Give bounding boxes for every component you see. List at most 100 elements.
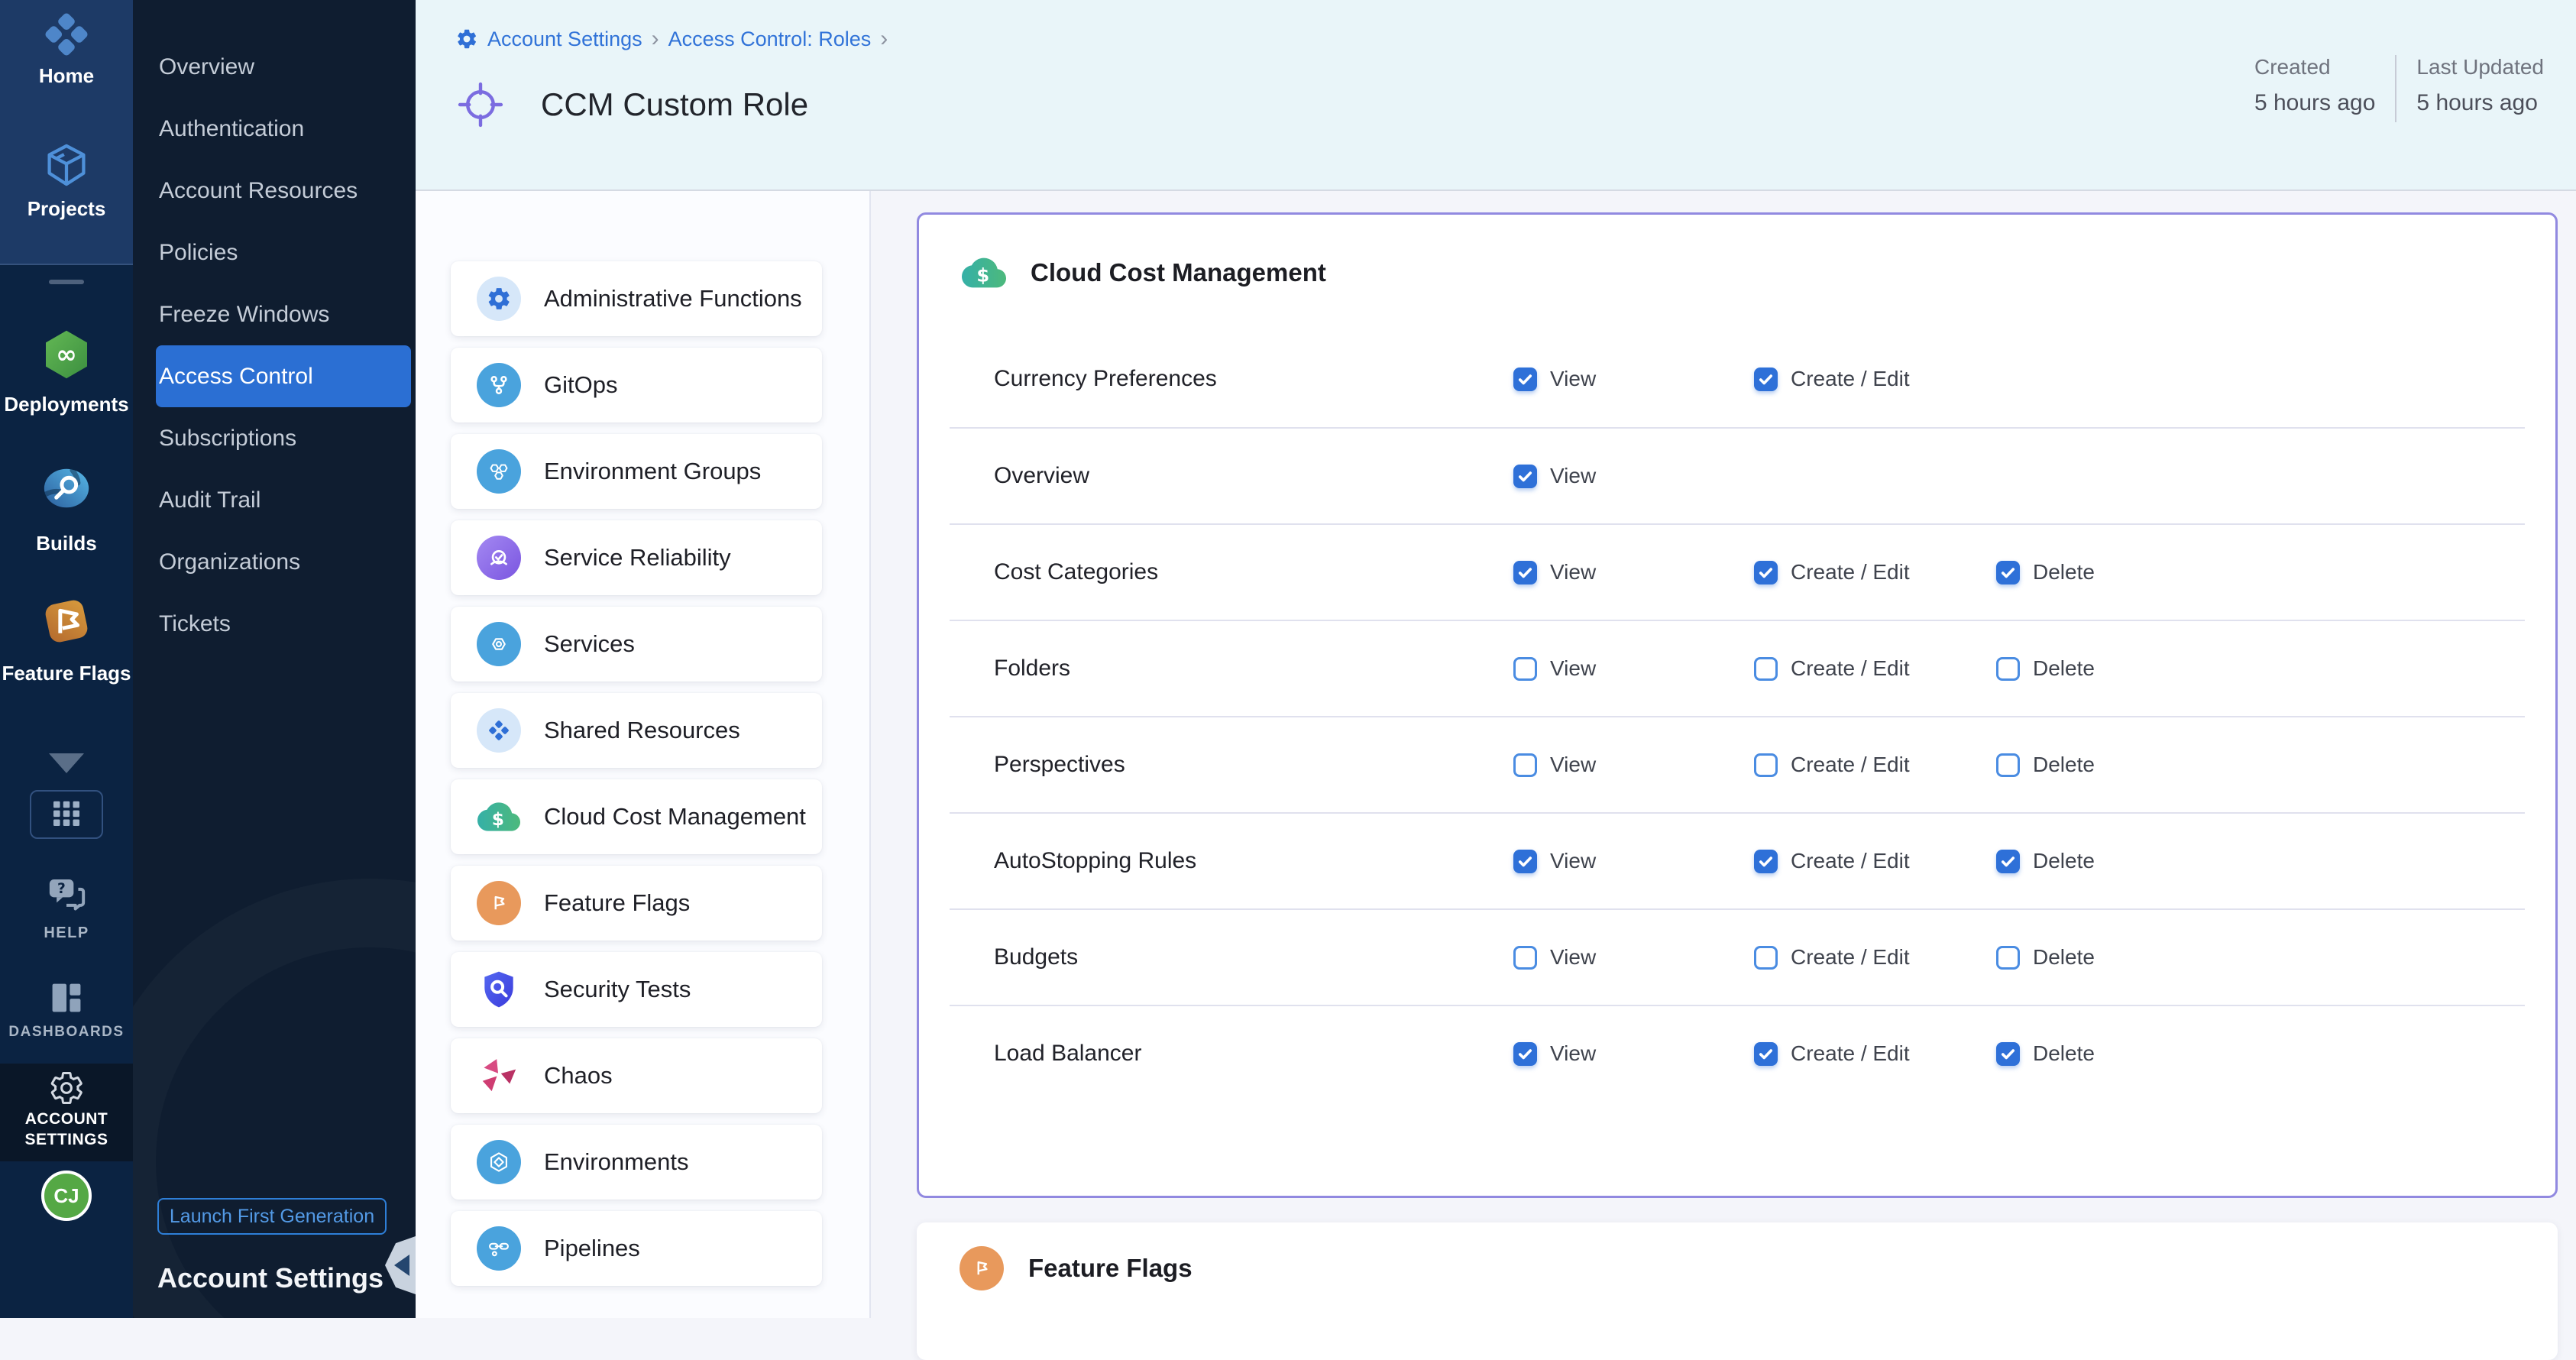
svg-text:$: $	[976, 265, 989, 287]
avatar[interactable]: CJ	[41, 1171, 92, 1221]
delete-checkbox[interactable]	[1996, 1042, 2020, 1066]
secondary-nav-title: Account Settings	[157, 1262, 383, 1294]
nav-item-overview[interactable]: Overview	[156, 36, 411, 98]
resource-item-feature-flags[interactable]: Feature Flags	[451, 866, 822, 941]
ccm-cloud-icon: $	[962, 251, 1006, 295]
create-checkbox[interactable]	[1754, 561, 1778, 584]
resource-item-chaos[interactable]: Chaos	[451, 1038, 822, 1113]
collapse-left-icon	[394, 1255, 409, 1276]
git-branch-icon	[477, 363, 521, 407]
nav-item-organizations[interactable]: Organizations	[156, 531, 411, 593]
delete-checkbox[interactable]	[1996, 753, 2020, 777]
nav-item-account-resources[interactable]: Account Resources	[156, 160, 411, 222]
permission-row-label: Budgets	[994, 944, 1078, 970]
resource-item-gitops[interactable]: GitOps	[451, 348, 822, 423]
nav-item-policies[interactable]: Policies	[156, 222, 411, 283]
resource-item-services[interactable]: Services	[451, 607, 822, 682]
nav-item-access-control[interactable]: Access Control	[156, 345, 411, 407]
resource-item-shared-resources[interactable]: Shared Resources	[451, 693, 822, 768]
chevron-down-icon[interactable]	[49, 753, 84, 773]
sidebar-label-account-settings: ACCOUNT SETTINGS	[0, 1109, 133, 1150]
module-selector-button[interactable]	[30, 790, 103, 839]
created-value: 5 hours ago	[2254, 90, 2375, 116]
nav-item-tickets[interactable]: Tickets	[156, 593, 411, 655]
sidebar-item-feature-flags[interactable]	[0, 594, 133, 652]
sidebar-item-home[interactable]	[0, 9, 133, 63]
sidebar-label-dashboards: DASHBOARDS	[0, 1024, 133, 1041]
delete-permission: Delete	[1996, 560, 2095, 584]
permission-row-label: Overview	[994, 463, 1089, 489]
view-checkbox[interactable]	[1513, 946, 1537, 970]
resource-label: Administrative Functions	[544, 285, 802, 312]
delete-permission: Delete	[1996, 1041, 2095, 1066]
created-label: Created	[2254, 55, 2375, 79]
delete-permission: Delete	[1996, 753, 2095, 777]
sidebar-item-help[interactable]: ?	[0, 876, 133, 919]
view-checkbox[interactable]	[1513, 657, 1537, 681]
resource-item-service-reliability[interactable]: Service Reliability	[451, 520, 822, 595]
create-checkbox-label: Create / Edit	[1791, 656, 1910, 681]
sidebar-item-dashboards[interactable]	[0, 978, 133, 1022]
nav-item-freeze-windows[interactable]: Freeze Windows	[156, 283, 411, 345]
resource-label: Service Reliability	[544, 544, 731, 572]
create-checkbox[interactable]	[1754, 946, 1778, 970]
create-checkbox-label: Create / Edit	[1791, 945, 1910, 970]
create-checkbox[interactable]	[1754, 753, 1778, 777]
service-hexagon-icon	[477, 622, 521, 666]
breadcrumb-link-account-settings[interactable]: Account Settings	[487, 28, 642, 51]
resource-item-pipelines[interactable]: Pipelines	[451, 1211, 822, 1286]
gear-icon	[455, 28, 478, 50]
delete-checkbox[interactable]	[1996, 946, 2020, 970]
hexagons-icon	[477, 449, 521, 494]
sidebar-item-builds[interactable]	[0, 463, 133, 517]
resource-label: Environments	[544, 1148, 689, 1176]
permission-row-label: Cost Categories	[994, 559, 1158, 585]
view-checkbox[interactable]	[1513, 1042, 1537, 1066]
launch-first-generation-button[interactable]: Launch First Generation	[157, 1198, 387, 1235]
view-checkbox[interactable]	[1513, 753, 1537, 777]
sidebar-item-account-settings[interactable]: ACCOUNT SETTINGS	[0, 1064, 133, 1161]
create-checkbox[interactable]	[1754, 850, 1778, 873]
view-permission: View	[1513, 656, 1596, 681]
sidebar-item-deployments[interactable]: ∞	[0, 327, 133, 386]
resource-column: Administrative Functions GitOps Environmen…	[416, 191, 871, 1318]
delete-checkbox[interactable]	[1996, 850, 2020, 873]
view-checkbox[interactable]	[1513, 561, 1537, 584]
delete-checkbox[interactable]	[1996, 657, 2020, 681]
create-permission: Create / Edit	[1754, 560, 1910, 584]
chaos-icon	[477, 1054, 521, 1098]
nav-item-authentication[interactable]: Authentication	[156, 98, 411, 160]
sidebar-collapse-handle[interactable]	[49, 280, 84, 284]
grid-icon	[50, 800, 83, 830]
breadcrumb-link-access-control-roles[interactable]: Access Control: Roles	[668, 28, 872, 51]
resource-item-administrative-functions[interactable]: Administrative Functions	[451, 261, 822, 336]
feature-flags-module-icon	[40, 638, 93, 651]
resource-item-environment-groups[interactable]: Environment Groups	[451, 434, 822, 509]
create-checkbox-label: Create / Edit	[1791, 753, 1910, 777]
permissions-panel: $ Cloud Cost Management Currency Prefere…	[917, 212, 2558, 1198]
breadcrumb-separator: ›	[652, 26, 659, 52]
permission-row-label: Perspectives	[994, 752, 1125, 778]
view-checkbox-label: View	[1550, 1041, 1596, 1066]
resource-item-environments[interactable]: Environments	[451, 1125, 822, 1200]
view-checkbox[interactable]	[1513, 368, 1537, 391]
resource-item-cloud-cost-management[interactable]: $Cloud Cost Management	[451, 779, 822, 854]
nav-item-audit-trail[interactable]: Audit Trail	[156, 469, 411, 531]
permission-rows: Currency PreferencesViewCreate / EditOve…	[919, 331, 2555, 1101]
resource-item-security-tests[interactable]: Security Tests	[451, 952, 822, 1027]
view-checkbox-label: View	[1550, 656, 1596, 681]
sidebar-item-projects[interactable]	[0, 141, 133, 193]
create-checkbox[interactable]	[1754, 657, 1778, 681]
create-checkbox[interactable]	[1754, 1042, 1778, 1066]
nav-item-subscriptions[interactable]: Subscriptions	[156, 407, 411, 469]
deployments-hexagon-icon: ∞	[39, 372, 94, 385]
resource-label: Pipelines	[544, 1235, 640, 1262]
flag-icon	[477, 881, 521, 925]
view-checkbox[interactable]	[1513, 465, 1537, 488]
delete-checkbox[interactable]	[1996, 561, 2020, 584]
view-checkbox[interactable]	[1513, 850, 1537, 873]
collapse-nav-button[interactable]	[385, 1236, 416, 1294]
resource-label: Environment Groups	[544, 458, 761, 485]
create-checkbox[interactable]	[1754, 368, 1778, 391]
svg-text:?: ?	[57, 881, 66, 897]
